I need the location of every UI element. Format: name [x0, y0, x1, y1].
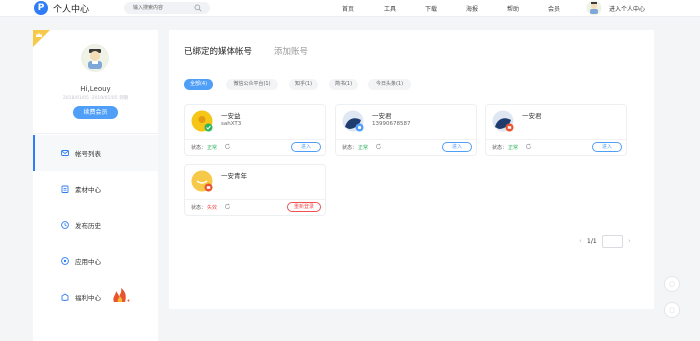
renew-vip-button[interactable]: 续费会员 — [73, 106, 118, 119]
filter-jianshu[interactable]: 简书(1) — [329, 79, 358, 90]
card-divider — [185, 139, 325, 140]
account-name: 一安君 — [522, 112, 542, 120]
sidebar-item-label: 福利中心 — [75, 294, 101, 302]
card-divider — [185, 199, 325, 200]
filter-zhihu[interactable]: 知乎(1) — [289, 79, 318, 90]
account-card: 一安君 状态： 正常 进入 — [485, 104, 627, 156]
next-page-button[interactable]: › — [628, 237, 631, 245]
sidebar-divider — [33, 133, 158, 134]
chat-icon: ◌ — [668, 280, 676, 288]
search-input[interactable] — [133, 3, 193, 13]
card-divider — [486, 139, 626, 140]
account-card: 一安益 sahXT3 状态： 正常 进入 — [184, 104, 326, 156]
enter-button[interactable]: 进入 — [291, 142, 321, 152]
refresh-icon[interactable] — [224, 203, 231, 210]
account-card: 一安君 13990678587 状态： 正常 进入 — [335, 104, 477, 156]
blue-circle-avatar — [492, 110, 514, 132]
page-jump-input[interactable] — [602, 235, 623, 248]
filter-toutiao[interactable]: 今日头条(1) — [368, 79, 411, 90]
main-panel: 已绑定的媒体帐号 添加账号 全部(4) 微信公众平台(1) 知乎(1) 简书(1… — [169, 30, 654, 309]
sidebar-item-label: 帐号列表 — [75, 150, 101, 158]
sidebar-item-label: 应用中心 — [75, 258, 101, 266]
refresh-icon[interactable] — [525, 143, 532, 150]
top-bar: P 个人中心 首页 工具 下载 海报 帮助 会员 进入个人中心 — [0, 0, 700, 17]
gift-icon — [61, 293, 69, 301]
crown-icon — [36, 32, 42, 37]
tab-bound-accounts[interactable]: 已绑定的媒体帐号 — [184, 45, 252, 57]
sidebar: Hi,Leouy 2018/01/05 ·2019/01/05 到期 续费会员 … — [33, 30, 158, 341]
account-name: 一安君 — [372, 112, 392, 120]
yellow-smile-avatar — [191, 170, 213, 192]
nav-help[interactable]: 帮助 — [507, 4, 519, 13]
profile-greeting: Hi,Leouy — [80, 85, 111, 93]
material-icon — [61, 185, 69, 193]
status-value: 正常 — [508, 145, 519, 151]
status-label: 状态： — [492, 145, 508, 151]
user-avatar[interactable] — [586, 0, 602, 16]
app-icon — [61, 257, 69, 265]
status-label: 状态： — [191, 205, 207, 211]
enter-button[interactable]: 进入 — [442, 142, 472, 152]
sidebar-item-welfare[interactable]: 福利中心 — [33, 279, 158, 315]
prev-page-button[interactable]: ‹ — [579, 237, 582, 245]
enter-button[interactable]: 进入 — [592, 142, 622, 152]
status-label: 状态： — [342, 145, 358, 151]
account-card: 一安青年 状态： 失效 重新登录 — [184, 164, 326, 216]
status-label: 状态： — [191, 145, 207, 151]
search-icon[interactable] — [194, 4, 202, 12]
sidebar-item-account-list[interactable]: 帐号列表 — [33, 135, 158, 171]
sidebar-item-material[interactable]: 素材中心 — [33, 171, 158, 207]
card-divider — [336, 139, 476, 140]
float-contact-button[interactable]: ◌ — [664, 276, 680, 292]
membership-expiry: 2018/01/05 ·2019/01/05 到期 — [62, 96, 129, 101]
page-indicator: 1/1 — [587, 238, 597, 245]
nav-home[interactable]: 首页 — [342, 4, 354, 13]
filter-all[interactable]: 全部(4) — [184, 79, 213, 90]
account-list-icon — [61, 150, 69, 156]
history-icon — [61, 221, 69, 229]
filter-wechat[interactable]: 微信公众平台(1) — [226, 79, 278, 90]
search-box[interactable] — [124, 2, 210, 14]
refresh-icon[interactable] — [375, 143, 382, 150]
status-value: 正常 — [358, 145, 369, 151]
account-id: 13990678587 — [372, 121, 411, 127]
relogin-button[interactable]: 重新登录 — [287, 202, 321, 212]
profile-avatar[interactable] — [81, 44, 109, 72]
refresh-icon[interactable] — [224, 143, 231, 150]
blue-circle-avatar — [342, 110, 364, 132]
nav-poster[interactable]: 海报 — [466, 4, 478, 13]
account-id: sahXT3 — [221, 121, 242, 127]
status-value: 失效 — [207, 205, 218, 211]
nav-download[interactable]: 下载 — [425, 4, 437, 13]
sidebar-item-label: 发布历史 — [75, 222, 101, 230]
status-value: 正常 — [207, 145, 218, 151]
account-name: 一安青年 — [221, 172, 247, 180]
sidebar-item-history[interactable]: 发布历史 — [33, 207, 158, 243]
sidebar-item-app-center[interactable]: 应用中心 — [33, 243, 158, 279]
yellow-badge-avatar — [191, 110, 213, 132]
enter-personal-center-link[interactable]: 进入个人中心 — [609, 4, 645, 13]
logo-icon[interactable]: P — [34, 1, 48, 15]
nav-member[interactable]: 会员 — [548, 4, 560, 13]
fire-icon — [113, 288, 130, 302]
sidebar-item-label: 素材中心 — [75, 186, 101, 194]
app-title: 个人中心 — [53, 5, 90, 15]
arrow-up-icon: ◌ — [668, 306, 676, 314]
account-name: 一安益 — [221, 112, 241, 120]
tab-add-account[interactable]: 添加账号 — [274, 45, 308, 57]
float-top-button[interactable]: ◌ — [664, 302, 680, 318]
nav-tools[interactable]: 工具 — [384, 4, 396, 13]
